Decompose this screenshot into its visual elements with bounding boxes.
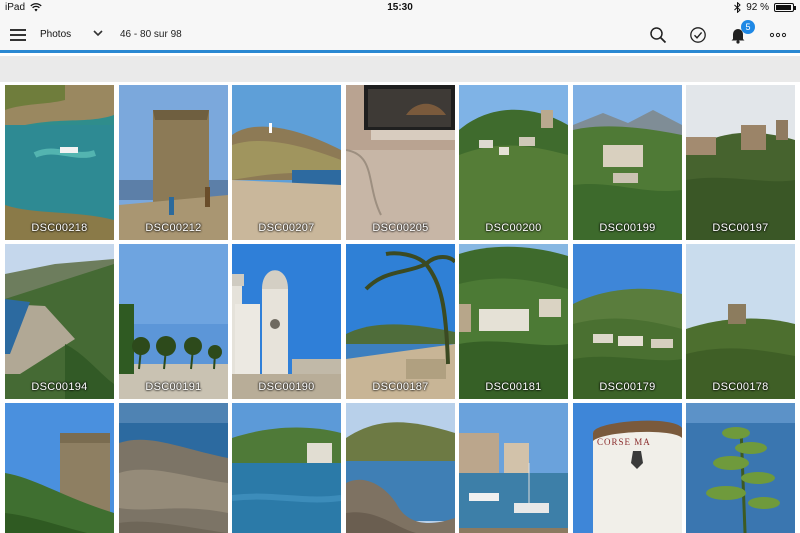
photo-caption: DSC00200 [485, 222, 542, 234]
photo-image [232, 244, 341, 399]
nav-divider [0, 50, 800, 53]
photo-thumbnail[interactable]: CORSE MA [573, 403, 682, 533]
photo-caption: DSC00194 [31, 381, 88, 393]
photo-thumbnail[interactable]: DSC00207 [232, 85, 341, 240]
photo-thumbnail[interactable]: DSC00178 [686, 244, 795, 399]
photo-image [686, 244, 795, 399]
search-icon[interactable] [649, 26, 667, 44]
photo-image [459, 244, 568, 399]
photo-caption: DSC00191 [145, 381, 202, 393]
photo-range: 46 - 80 sur 98 [120, 29, 182, 40]
photo-thumbnail[interactable]: DSC00194 [5, 244, 114, 399]
photo-image [459, 403, 568, 533]
photo-thumbnail[interactable]: DSC00212 [119, 85, 228, 240]
photo-image [573, 403, 682, 533]
photo-image [346, 85, 455, 240]
photo-caption: DSC00197 [712, 222, 769, 234]
photo-thumbnail[interactable] [232, 403, 341, 533]
toolbar-strip [0, 56, 800, 82]
photo-image [573, 85, 682, 240]
photo-image [346, 244, 455, 399]
photo-thumbnail[interactable]: DSC00191 [119, 244, 228, 399]
photo-image [232, 85, 341, 240]
album-title[interactable]: Photos [40, 29, 71, 40]
photo-thumbnail[interactable]: DSC00187 [346, 244, 455, 399]
photo-caption: DSC00178 [712, 381, 769, 393]
photo-caption: DSC00181 [485, 381, 542, 393]
photo-thumbnail[interactable]: DSC00199 [573, 85, 682, 240]
photo-thumbnail[interactable] [459, 403, 568, 533]
bluetooth-icon [734, 2, 741, 13]
more-icon[interactable] [769, 26, 787, 44]
photo-image [5, 244, 114, 399]
battery-icon [774, 3, 796, 12]
status-bar: iPad 15:30 92 % [0, 0, 800, 17]
photo-image [119, 403, 228, 533]
photo-caption: DSC00179 [599, 381, 656, 393]
photo-caption: DSC00212 [145, 222, 202, 234]
photo-thumbnail[interactable]: DSC00218 [5, 85, 114, 240]
photo-caption: DSC00205 [372, 222, 429, 234]
photo-caption: DSC00218 [31, 222, 88, 234]
nav-bar: Photos 46 - 80 sur 98 [0, 17, 800, 53]
photo-image [459, 85, 568, 240]
photo-thumbnail[interactable]: DSC00205 [346, 85, 455, 240]
photo-thumbnail[interactable] [119, 403, 228, 533]
photo-thumbnail[interactable]: DSC00200 [459, 85, 568, 240]
photo-image [573, 244, 682, 399]
photo-image [686, 403, 795, 533]
photo-image [119, 244, 228, 399]
photo-thumbnail[interactable]: DSC00190 [232, 244, 341, 399]
sign-text: CORSE MA [597, 437, 651, 447]
photo-image [119, 85, 228, 240]
photo-caption: DSC00199 [599, 222, 656, 234]
chevron-down-icon[interactable] [92, 27, 104, 39]
status-right: 92 % [734, 2, 796, 13]
photo-caption: DSC00190 [258, 381, 315, 393]
photo-image [232, 403, 341, 533]
photo-image [5, 85, 114, 240]
photo-thumbnail[interactable] [5, 403, 114, 533]
notification-badge: 5 [741, 20, 755, 34]
menu-icon[interactable] [10, 29, 26, 41]
photo-grid: DSC00218 DSC00212 DSC00207 DSC00205 DSC00200… [5, 85, 795, 533]
photo-thumbnail[interactable] [346, 403, 455, 533]
photo-image [5, 403, 114, 533]
photo-caption: DSC00187 [372, 381, 429, 393]
check-circle-icon[interactable] [689, 26, 707, 44]
photo-caption: DSC00207 [258, 222, 315, 234]
photo-image [346, 403, 455, 533]
photo-thumbnail[interactable]: DSC00197 [686, 85, 795, 240]
photo-thumbnail[interactable] [686, 403, 795, 533]
photo-image [686, 85, 795, 240]
battery-percent: 92 % [746, 2, 769, 13]
photo-thumbnail[interactable]: DSC00181 [459, 244, 568, 399]
photo-thumbnail[interactable]: DSC00179 [573, 244, 682, 399]
clock: 15:30 [387, 2, 413, 13]
